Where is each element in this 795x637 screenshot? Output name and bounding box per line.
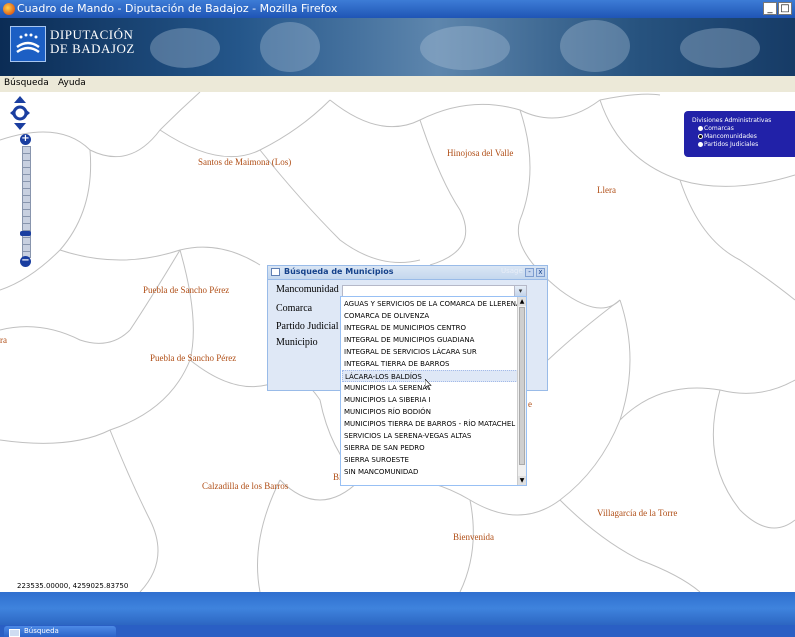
layer-option-partidos[interactable]: Partidos Judiciales	[698, 141, 758, 148]
minimize-button[interactable]: _	[763, 2, 777, 15]
comarca-label: Comarca	[276, 303, 313, 314]
radio-icon[interactable]	[698, 142, 703, 147]
window-icon	[271, 268, 280, 276]
town-label: Puebla de Sancho Pérez	[150, 353, 237, 363]
dropdown-option[interactable]: INTEGRAL DE MUNICIPIOS GUADIANA	[342, 334, 518, 346]
town-label: Santos de Maimona (Los)	[198, 157, 292, 167]
dropdown-option[interactable]: MUNICIPIOS RÍO BODIÓN	[342, 406, 518, 418]
chevron-down-icon[interactable]: ▾	[514, 286, 526, 296]
town-label: Bienvenida	[453, 532, 494, 542]
radio-icon[interactable]	[698, 126, 703, 131]
dropdown-option[interactable]: SERVICIOS LA SERENA-VEGAS ALTAS	[342, 430, 518, 442]
maximize-button[interactable]: □	[778, 2, 792, 15]
zoom-out-icon[interactable]: −	[20, 256, 31, 267]
municipio-label: Municipio	[276, 337, 318, 348]
mancomunidad-dropdown-list[interactable]: AGUAS Y SERVICIOS DE LA COMARCA DE LLERE…	[340, 296, 527, 486]
layer-option-mancomunidades[interactable]: Mancomunidades	[698, 133, 757, 140]
banner-tree-decoration	[260, 22, 320, 72]
coordinates-readout: 223535.00000, 4259025.83750	[17, 582, 129, 590]
menu-item-busqueda[interactable]: Búsqueda	[4, 78, 49, 88]
dropdown-option[interactable]: MUNICIPIOS LA SIBERIA I	[342, 394, 518, 406]
window-title-bar: Cuadro de Mando - Diputación de Badajoz …	[0, 0, 795, 18]
dialog-ghost-text: Usage	[501, 267, 523, 275]
zoom-in-icon[interactable]: +	[20, 134, 31, 145]
dropdown-option[interactable]: AGUAS Y SERVICIOS DE LA COMARCA DE LLERE…	[342, 298, 518, 310]
town-label: Puebla de Sancho Pérez	[143, 285, 230, 295]
zoom-bar[interactable]: + −	[20, 134, 31, 268]
dropdown-option[interactable]: INTEGRAL DE SERVICIOS LÁCARA SUR	[342, 346, 518, 358]
dropdown-option[interactable]: SIN MANCOMUNIDAD	[342, 466, 518, 478]
banner-tree-decoration	[680, 28, 760, 68]
town-label: Llera	[597, 185, 616, 195]
dropdown-option[interactable]: SIERRA DE SAN PEDRO	[342, 442, 518, 454]
pan-control[interactable]	[10, 96, 30, 130]
dialog-header[interactable]: Búsqueda de Municipios Usage - x	[268, 266, 547, 280]
menu-bar: Búsqueda Ayuda	[0, 76, 795, 93]
layer-switcher-title: Divisiones Administrativas	[692, 117, 772, 124]
town-label: Calzadilla de los Barros	[202, 481, 289, 491]
dropdown-option[interactable]: INTEGRAL TIERRA DE BARROS	[342, 358, 518, 370]
dropdown-option[interactable]: SIERRA SUROESTE	[342, 454, 518, 466]
brand-line-2: DE BADAJOZ	[50, 41, 135, 56]
mancomunidad-label: Mancomunidad	[276, 284, 339, 295]
header-banner: DIPUTACIÓN DE BADAJOZ	[0, 18, 795, 76]
partido-judicial-label: Partido Judicial	[276, 321, 339, 332]
dropdown-option[interactable]: COMARCA DE OLIVENZA	[342, 310, 518, 322]
layer-switcher-panel: Divisiones Administrativas Comarcas Manc…	[684, 111, 795, 157]
banner-tree-decoration	[420, 26, 510, 70]
dropdown-option[interactable]: MUNICIPIOS TIERRA DE BARROS - RÍO MATACH…	[342, 418, 518, 430]
radio-selected-icon[interactable]	[698, 134, 703, 139]
town-label: Hinojosa del Valle	[447, 148, 514, 158]
town-label: Villagarcía de la Torre	[597, 508, 678, 518]
town-label: e	[528, 399, 532, 409]
footer-bar	[0, 592, 795, 625]
firefox-icon	[3, 3, 15, 15]
brand-line-1: DIPUTACIÓN	[50, 27, 134, 42]
scroll-down-icon[interactable]: ▼	[518, 476, 526, 485]
banner-tree-decoration	[560, 20, 630, 72]
dialog-title: Búsqueda de Municipios	[284, 267, 394, 276]
scroll-up-icon[interactable]: ▲	[518, 297, 526, 306]
banner-tree-decoration	[150, 28, 220, 68]
menu-item-ayuda[interactable]: Ayuda	[58, 78, 86, 88]
pan-arrows-icon[interactable]	[10, 96, 30, 130]
dropdown-scrollbar[interactable]: ▲ ▼	[517, 297, 526, 485]
brand-text: DIPUTACIÓN DE BADAJOZ	[50, 28, 135, 56]
taskbar-tab-busqueda[interactable]: Búsqueda	[4, 626, 116, 637]
dropdown-option[interactable]: INTEGRAL DE MUNICIPIOS CENTRO	[342, 322, 518, 334]
layer-option-comarcas[interactable]: Comarcas	[698, 125, 734, 132]
mouse-pointer-icon	[425, 379, 432, 390]
taskbar: Búsqueda	[0, 625, 795, 637]
town-label: ra	[0, 335, 7, 345]
diputacion-logo-icon	[10, 26, 46, 62]
zoom-slider-thumb[interactable]	[20, 231, 31, 236]
window-title: Cuadro de Mando - Diputación de Badajoz …	[17, 2, 338, 15]
close-icon[interactable]: x	[536, 268, 545, 277]
zoom-track[interactable]	[22, 146, 31, 258]
minimize-icon[interactable]: -	[525, 268, 534, 277]
scrollbar-thumb[interactable]	[519, 307, 525, 465]
